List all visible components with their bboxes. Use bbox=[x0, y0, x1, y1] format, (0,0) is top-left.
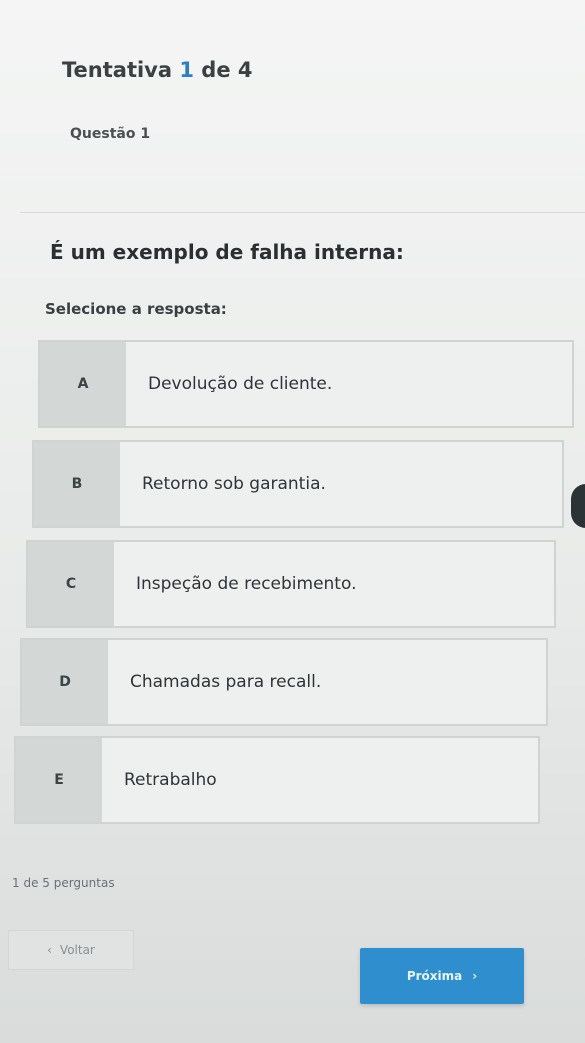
option-text: Inspeção de recebimento. bbox=[114, 542, 554, 626]
option-text: Chamadas para recall. bbox=[108, 640, 546, 724]
next-button[interactable]: Próxima › bbox=[360, 948, 524, 1004]
option-text: Retrabalho bbox=[102, 738, 538, 822]
back-button-label: Voltar bbox=[59, 943, 95, 957]
scroll-indicator[interactable] bbox=[571, 484, 585, 528]
option-letter: A bbox=[40, 342, 126, 426]
answer-option-b[interactable]: B Retorno sob garantia. bbox=[32, 440, 564, 528]
option-letter: E bbox=[16, 738, 102, 822]
next-button-label: Próxima bbox=[406, 969, 463, 983]
chevron-left-icon: ‹ bbox=[47, 943, 52, 957]
answer-option-c[interactable]: C Inspeção de recebimento. bbox=[26, 540, 556, 628]
option-letter: B bbox=[34, 442, 120, 526]
chevron-right-icon: › bbox=[472, 969, 478, 983]
back-button[interactable]: ‹ Voltar bbox=[8, 930, 134, 970]
option-text: Retorno sob garantia. bbox=[120, 442, 562, 526]
option-letter: D bbox=[22, 640, 108, 724]
option-letter: C bbox=[28, 542, 114, 626]
answer-option-a[interactable]: A Devolução de cliente. bbox=[38, 340, 574, 428]
option-text: Devolução de cliente. bbox=[126, 342, 572, 426]
quiz-page: Tentativa 1 de 4 Questão 1 É um exemplo … bbox=[0, 0, 585, 1043]
answer-option-d[interactable]: D Chamadas para recall. bbox=[20, 638, 548, 726]
answer-option-e[interactable]: E Retrabalho bbox=[14, 736, 540, 824]
question-progress: 1 de 5 perguntas bbox=[12, 876, 115, 890]
